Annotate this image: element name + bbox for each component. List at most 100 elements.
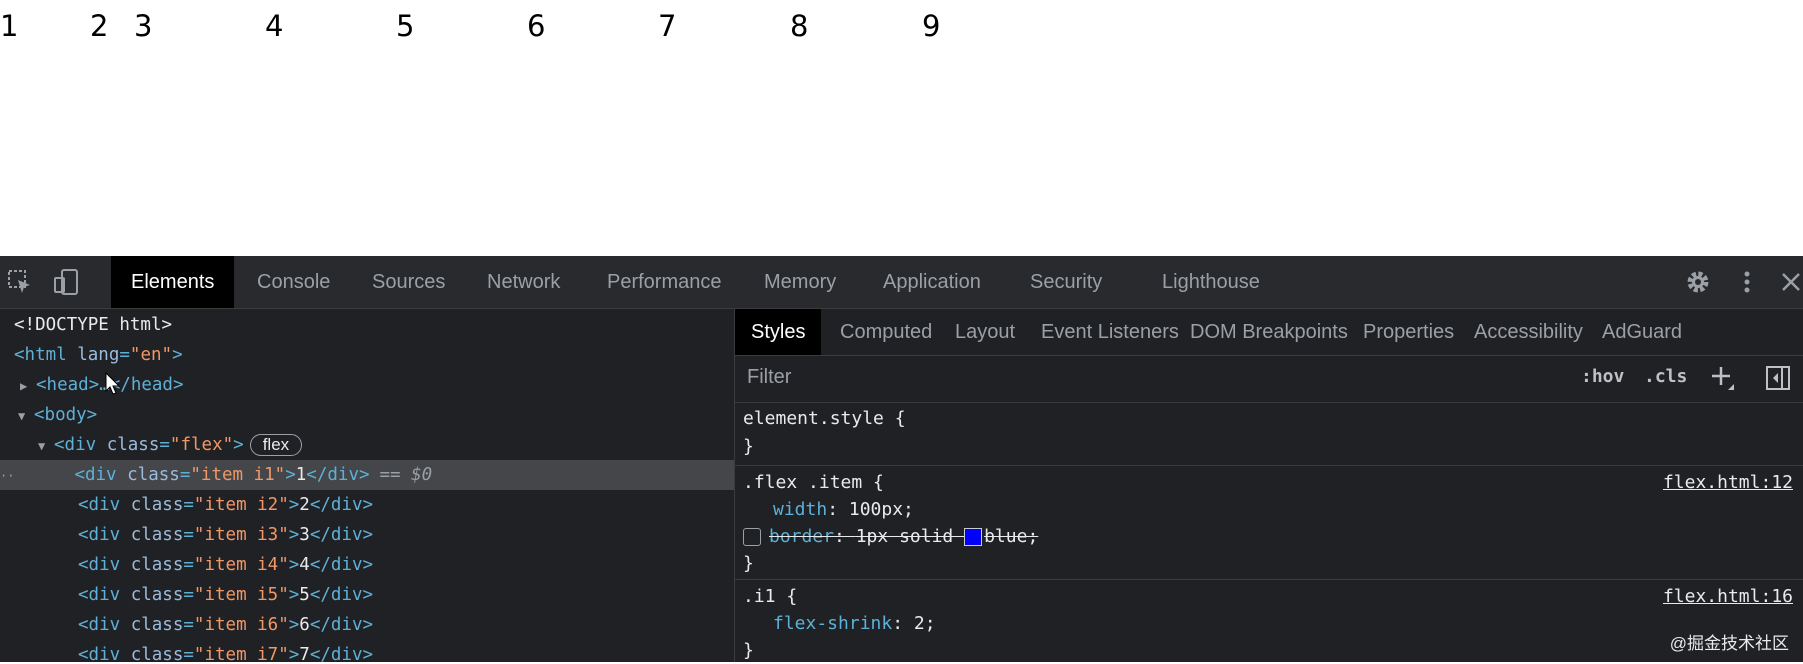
expand-triangle-icon[interactable]: ▶ xyxy=(20,371,36,401)
more-options-icon[interactable] xyxy=(1733,268,1761,296)
item-attr-name: class xyxy=(130,615,184,635)
item-tag: <div xyxy=(78,495,131,515)
rule-close-brace: } xyxy=(743,640,754,661)
flex-attr-value: "flex" xyxy=(169,435,234,455)
dom-tree: <!DOCTYPE html> <html lang="en"> ▶<head>… xyxy=(0,309,735,662)
flex-item-1: 1 xyxy=(0,9,19,43)
property-value: 2; xyxy=(913,613,936,634)
tab-elements[interactable]: Elements xyxy=(111,256,235,308)
item-attr-name: class xyxy=(130,555,184,575)
item-tag-close: </div> xyxy=(309,585,374,605)
rule-flex-item: .flex .item { flex.html:12 width: 100px;… xyxy=(735,466,1803,580)
flex-item-9: 9 xyxy=(922,9,941,43)
close-icon[interactable] xyxy=(1779,268,1803,296)
item-tag-close: </div> xyxy=(306,465,370,485)
property-value: 100px; xyxy=(848,499,914,520)
item-text: 2 xyxy=(299,495,310,515)
html-attr-value: "en" xyxy=(129,345,173,365)
dom-node-item-i6[interactable]: <div class="item i6">6</div> xyxy=(0,610,734,640)
collapse-triangle-icon[interactable]: ▼ xyxy=(38,431,54,461)
tab-styles[interactable]: Styles xyxy=(735,309,822,355)
doctype-text: <!DOCTYPE html> xyxy=(14,315,173,335)
device-toolbar-icon[interactable] xyxy=(52,268,80,296)
dom-node-html[interactable]: <html lang="en"> xyxy=(0,340,734,370)
item-attr-value: "item i6" xyxy=(193,615,289,635)
tab-lighthouse[interactable]: Lighthouse xyxy=(1142,256,1280,308)
filter-input[interactable]: Filter xyxy=(747,366,791,389)
rule-selector[interactable]: .flex .item { xyxy=(743,469,884,496)
watermark: @掘金技术社区 xyxy=(1669,634,1789,653)
flex-item-6: 6 xyxy=(527,9,546,43)
tab-application[interactable]: Application xyxy=(863,256,1001,308)
dom-node-body[interactable]: ▼ <body> xyxy=(0,400,734,430)
tab-accessibility[interactable]: Accessibility xyxy=(1458,309,1599,355)
dom-node-doctype[interactable]: <!DOCTYPE html> xyxy=(0,310,734,340)
rule-selector[interactable]: .i1 { xyxy=(743,583,797,610)
styles-subtabs: Styles Computed Layout Event Listeners D… xyxy=(735,309,1803,356)
declaration-border[interactable]: border: 1px solid blue; xyxy=(743,523,1038,550)
item-text: 1 xyxy=(295,465,307,485)
dom-node-item-i1[interactable]: ·· <div class="item i1">1</div> == $0 xyxy=(0,460,734,490)
mouse-cursor-icon xyxy=(105,371,121,401)
flex-tag: <div xyxy=(54,435,107,455)
item-text: 7 xyxy=(299,645,310,662)
new-style-rule-icon[interactable] xyxy=(1710,364,1736,397)
selected-node-marker: == $0 xyxy=(379,465,433,485)
tab-memory[interactable]: Memory xyxy=(744,256,856,308)
inspect-element-icon[interactable] xyxy=(6,268,34,296)
dom-node-item-i5[interactable]: <div class="item i5">5</div> xyxy=(0,580,734,610)
dom-node-item-i4[interactable]: <div class="item i4">4</div> xyxy=(0,550,734,580)
flex-item-7: 7 xyxy=(658,9,677,43)
html-attr-name: lang xyxy=(77,345,120,365)
flex-item-2: 2 xyxy=(90,9,109,43)
item-attr-name: class xyxy=(130,495,184,515)
item-text: 4 xyxy=(299,555,310,575)
collapse-triangle-icon[interactable]: ▼ xyxy=(18,401,34,431)
tab-dom-breakpoints[interactable]: DOM Breakpoints xyxy=(1174,309,1364,355)
tab-network[interactable]: Network xyxy=(467,256,580,308)
property-checkbox[interactable] xyxy=(743,528,761,546)
devtools-tabbar: Elements Console Sources Network Perform… xyxy=(0,256,1803,309)
rule-i1: .i1 { flex.html:16 flex-shrink: 2; } xyxy=(735,580,1803,662)
hov-button[interactable]: :hov xyxy=(1581,366,1624,387)
color-swatch-icon[interactable] xyxy=(964,528,983,546)
cls-button[interactable]: .cls xyxy=(1644,366,1687,387)
item-tag: <div xyxy=(78,585,131,605)
item-attr-value: "item i1" xyxy=(190,465,286,485)
toggle-sidebar-icon[interactable] xyxy=(1765,365,1791,396)
tab-performance[interactable]: Performance xyxy=(587,256,742,308)
item-tag-close: </div> xyxy=(309,615,374,635)
tab-computed[interactable]: Computed xyxy=(824,309,948,355)
tab-properties[interactable]: Properties xyxy=(1347,309,1470,355)
flex-tag-close: > xyxy=(233,435,244,455)
rule-close-brace: } xyxy=(743,436,754,457)
declaration-width[interactable]: width: 100px; xyxy=(773,496,914,523)
tab-adguard[interactable]: AdGuard xyxy=(1586,309,1698,355)
dom-node-item-i7[interactable]: <div class="item i7">7</div> xyxy=(0,640,734,662)
flex-item-3: 3 xyxy=(134,9,153,43)
declaration-flex-shrink[interactable]: flex-shrink: 2; xyxy=(773,610,936,637)
tab-layout[interactable]: Layout xyxy=(939,309,1031,355)
rule-selector[interactable]: element.style { xyxy=(743,405,906,432)
item-tag-close: </div> xyxy=(309,645,374,662)
item-attr-value: "item i5" xyxy=(193,585,289,605)
tab-sources[interactable]: Sources xyxy=(352,256,465,308)
item-attr-name: class xyxy=(127,465,180,485)
property-name: width xyxy=(773,499,828,520)
source-link[interactable]: flex.html:16 xyxy=(1663,583,1793,610)
dom-node-item-i3[interactable]: <div class="item i3">3</div> xyxy=(0,520,734,550)
html-tag: <html xyxy=(14,345,78,365)
property-value: 1px solid xyxy=(855,526,965,547)
item-text: 3 xyxy=(299,525,310,545)
settings-gear-icon[interactable] xyxy=(1684,268,1712,296)
item-tag: <div xyxy=(78,525,131,545)
flex-badge[interactable]: flex xyxy=(249,434,303,456)
item-attr-name: class xyxy=(130,645,184,662)
tab-event-listeners[interactable]: Event Listeners xyxy=(1025,309,1195,355)
dom-node-item-i2[interactable]: <div class="item i2">2</div> xyxy=(0,490,734,520)
dom-node-flex[interactable]: ▼ <div class="flex"> flex xyxy=(0,430,734,460)
tab-console[interactable]: Console xyxy=(237,256,350,308)
item-tag: <div xyxy=(78,645,131,662)
source-link[interactable]: flex.html:12 xyxy=(1663,469,1793,496)
tab-security[interactable]: Security xyxy=(1010,256,1122,308)
